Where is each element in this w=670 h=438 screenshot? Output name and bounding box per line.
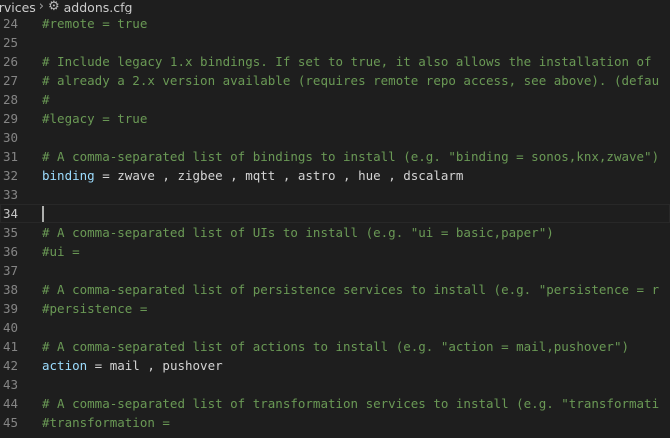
assignment-operator: = xyxy=(87,358,110,373)
code-line[interactable]: 45 #transformation = xyxy=(0,413,670,432)
comment-text: # A comma-separated list of UIs to insta… xyxy=(42,225,554,240)
line-number: 25 xyxy=(2,35,18,50)
line-content: binding = zwave , zigbee , mqtt , astro … xyxy=(42,166,463,185)
line-content: #transformation = xyxy=(42,413,170,432)
line-content: # A comma-separated list of bindings to … xyxy=(42,147,659,166)
line-number: 34 xyxy=(2,206,18,221)
comment-text: #ui = xyxy=(42,244,80,259)
line-content: # already a 2.x version available (requi… xyxy=(42,71,659,90)
line-number: 38 xyxy=(2,282,18,297)
line-number: 36 xyxy=(2,244,18,259)
line-number: 26 xyxy=(2,54,18,69)
comment-text: #legacy = true xyxy=(42,111,148,126)
code-line[interactable]: 42 action = mail , pushover xyxy=(0,356,670,375)
code-line[interactable]: 29 #legacy = true xyxy=(0,109,670,128)
code-line[interactable]: 34 xyxy=(0,204,670,223)
code-line[interactable]: 41 # A comma-separated list of actions to… xyxy=(0,337,670,356)
line-content: action = mail , pushover xyxy=(42,356,223,375)
chevron-right-icon: › xyxy=(38,0,44,14)
line-number: 40 xyxy=(2,320,18,335)
code-line[interactable]: 39 #persistence = xyxy=(0,299,670,318)
code-line[interactable]: 43 xyxy=(0,375,670,394)
breadcrumb-file[interactable]: addons.cfg xyxy=(64,0,133,14)
code-line[interactable]: 24 #remote = true xyxy=(0,14,670,33)
line-content: #persistence = xyxy=(42,299,147,318)
line-number: 39 xyxy=(2,301,18,316)
code-line[interactable]: 28 # xyxy=(0,90,670,109)
code-line[interactable]: 33 xyxy=(0,185,670,204)
line-number: 31 xyxy=(2,149,18,164)
line-number: 24 xyxy=(2,16,18,31)
line-content: # xyxy=(42,90,50,109)
breadcrumb-folder[interactable]: ervices xyxy=(0,0,36,14)
line-number: 37 xyxy=(2,263,18,278)
code-line[interactable]: 35 # A comma-separated list of UIs to ins… xyxy=(0,223,670,242)
code-line[interactable]: 44 # A comma-separated list of transforma… xyxy=(0,394,670,413)
comment-text: # xyxy=(42,92,50,107)
code-line[interactable]: 36 #ui = xyxy=(0,242,670,261)
comment-text: # A comma-separated list of transformati… xyxy=(42,396,660,411)
setting-value: mail , pushover xyxy=(109,358,223,373)
comment-text: #transformation = xyxy=(42,415,170,430)
code-line[interactable]: 27 # already a 2.x version available (req… xyxy=(0,71,670,90)
code-line[interactable]: 31 # A comma-separated list of bindings t… xyxy=(0,147,670,166)
assignment-operator: = xyxy=(94,168,118,183)
code-line[interactable]: 40 xyxy=(0,318,670,337)
setting-value: zwave , zigbee , mqtt , astro , hue , ds… xyxy=(117,168,464,183)
code-lines[interactable]: 24 #remote = true 25 26 # Include legacy 1.x… xyxy=(0,14,670,432)
line-number: 29 xyxy=(2,111,18,126)
line-number: 30 xyxy=(2,130,18,145)
code-editor[interactable]: ervices › ⚙ addons.cfg 24#remote = true2… xyxy=(0,0,670,438)
comment-text: # Include legacy 1.x bindings. If set to… xyxy=(42,54,652,69)
comment-text: # A comma-separated list of actions to i… xyxy=(42,339,629,354)
comment-text: #remote = true xyxy=(42,16,148,31)
line-number: 42 xyxy=(2,358,18,373)
code-line[interactable]: 25 xyxy=(0,33,670,52)
line-content: # A comma-separated list of UIs to insta… xyxy=(42,223,554,242)
breadcrumb: ervices › ⚙ addons.cfg xyxy=(0,0,670,14)
line-content: #ui = xyxy=(42,242,80,261)
line-number: 43 xyxy=(2,377,18,392)
code-line[interactable]: 37 xyxy=(0,261,670,280)
line-content: # A comma-separated list of actions to i… xyxy=(42,337,629,356)
line-number: 41 xyxy=(2,339,18,354)
code-line[interactable]: 30 xyxy=(0,128,670,147)
comment-text: # already a 2.x version available (requi… xyxy=(42,73,660,88)
comment-text: # A comma-separated list of persistence … xyxy=(42,282,660,297)
code-line[interactable]: 38 # A comma-separated list of persistenc… xyxy=(0,280,670,299)
setting-key: binding xyxy=(42,168,95,183)
line-number: 44 xyxy=(2,396,18,411)
code-line[interactable]: 32 binding = zwave , zigbee , mqtt , astr… xyxy=(0,166,670,185)
line-content: # A comma-separated list of persistence … xyxy=(42,280,659,299)
code-line[interactable]: 26 # Include legacy 1.x bindings. If set … xyxy=(0,52,670,71)
setting-key: action xyxy=(42,358,88,373)
line-number: 35 xyxy=(2,225,18,240)
line-content: # Include legacy 1.x bindings. If set to… xyxy=(42,52,652,71)
line-number: 45 xyxy=(2,415,18,430)
line-content: #legacy = true xyxy=(42,109,147,128)
line-number: 27 xyxy=(2,73,18,88)
comment-text: #persistence = xyxy=(42,301,148,316)
line-number: 33 xyxy=(2,187,18,202)
text-cursor xyxy=(42,206,44,222)
line-content: # A comma-separated list of transformati… xyxy=(42,394,659,413)
comment-text: # A comma-separated list of bindings to … xyxy=(42,149,660,164)
line-number: 28 xyxy=(2,92,18,107)
line-content: #remote = true xyxy=(42,14,147,33)
line-number: 32 xyxy=(2,168,18,183)
gear-icon: ⚙ xyxy=(47,0,60,14)
